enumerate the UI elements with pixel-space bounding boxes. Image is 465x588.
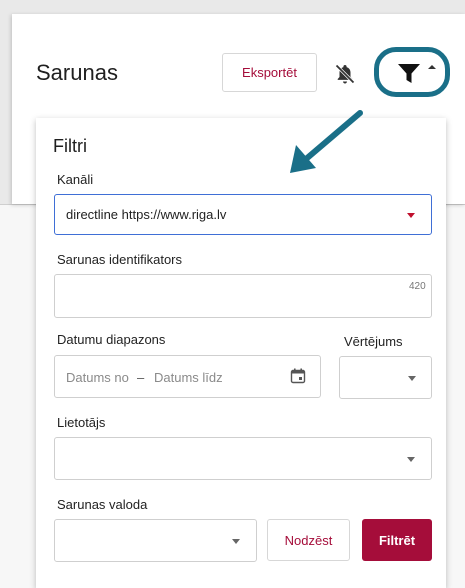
channels-value: directline https://www.riga.lv [66, 207, 227, 222]
calendar-icon[interactable] [290, 368, 306, 384]
apply-filter-button[interactable]: Filtrēt [362, 519, 432, 561]
chevron-down-icon [407, 213, 415, 218]
filters-title: Filtri [53, 136, 87, 156]
language-label: Sarunas valoda [57, 497, 148, 512]
filter-panel [36, 118, 446, 588]
language-select[interactable] [54, 519, 257, 562]
caret-up-icon [428, 65, 436, 69]
funnel-icon [398, 64, 420, 83]
chevron-down-icon [407, 457, 415, 462]
date-range-separator: – [137, 370, 145, 385]
date-from-placeholder: Datums no [66, 370, 129, 385]
rating-select[interactable] [339, 356, 432, 399]
export-button[interactable]: Eksportēt [222, 53, 317, 92]
chevron-down-icon [232, 539, 240, 544]
date-range-input[interactable]: Datums no – Datums līdz [54, 355, 321, 398]
chevron-down-icon [408, 376, 416, 381]
clear-button[interactable]: Nodzēst [267, 519, 350, 561]
date-to-placeholder: Datums līdz [154, 370, 223, 385]
page-title: Sarunas [36, 60, 118, 85]
rating-label: Vērtējums [344, 334, 403, 349]
channels-label: Kanāli [57, 172, 94, 187]
filter-toggle-button[interactable] [374, 47, 450, 97]
user-label: Lietotājs [57, 415, 106, 430]
conversation-id-label: Sarunas identifikators [57, 252, 183, 267]
channels-select[interactable]: directline https://www.riga.lv [54, 194, 432, 235]
date-range-label: Datumu diapazons [57, 332, 166, 347]
bell-off-icon[interactable] [333, 62, 357, 86]
user-select[interactable] [54, 437, 432, 480]
conversation-id-input[interactable]: 420 [54, 274, 432, 318]
character-counter: 420 [409, 281, 426, 292]
